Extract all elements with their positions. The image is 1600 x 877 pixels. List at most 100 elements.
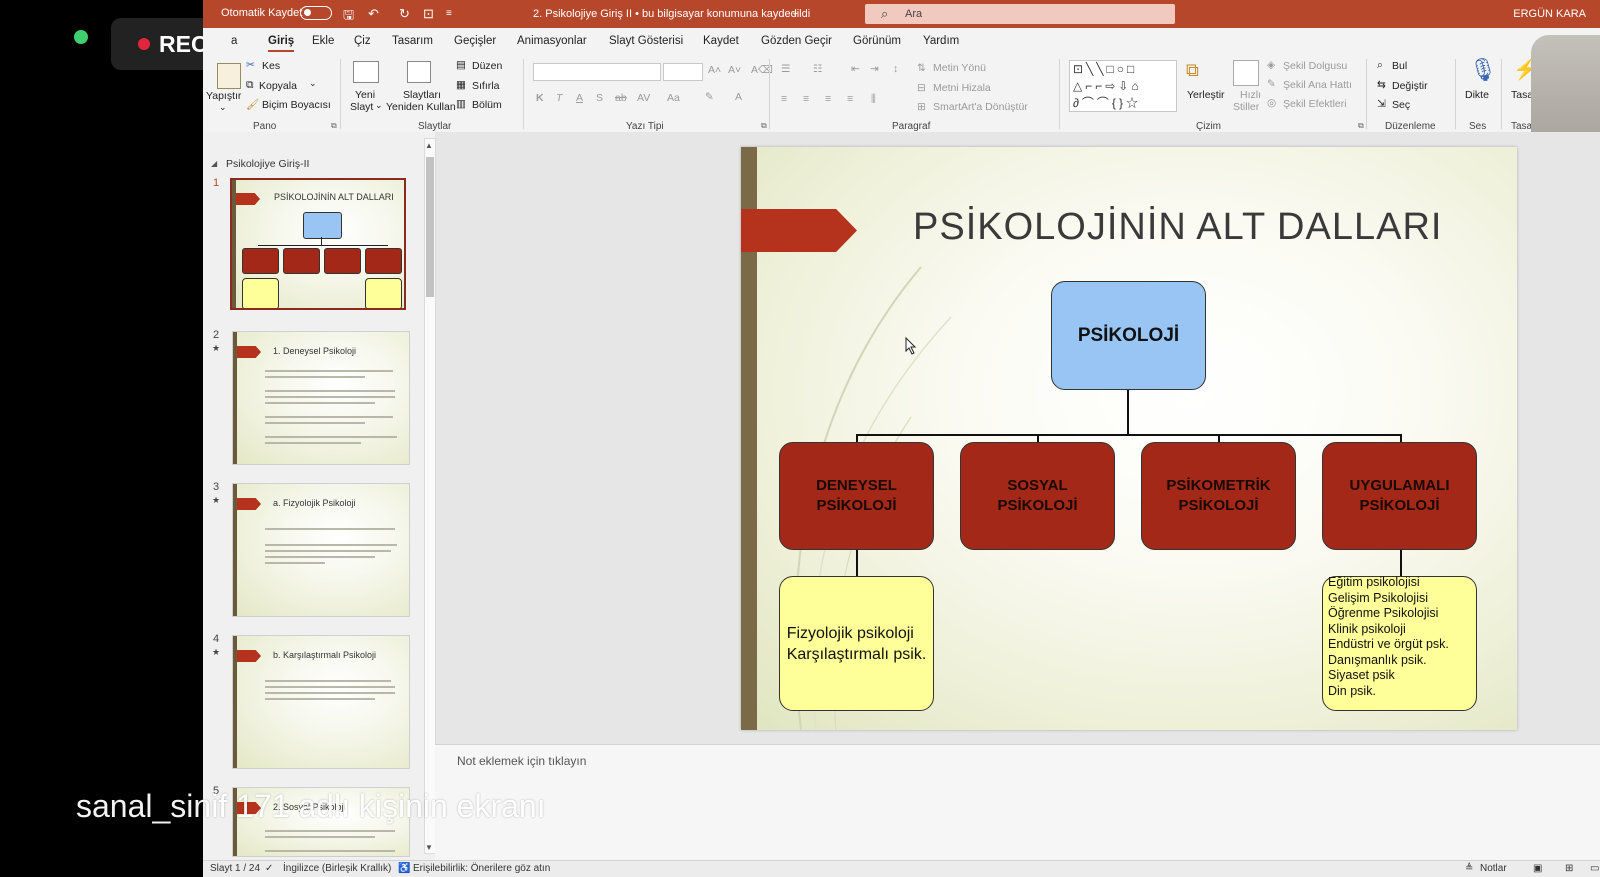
shapes-gallery[interactable]: ⊡╲╲□○□ △⌐⌐⇨⇩⌂ ∂⌒⌒{}☆ [1069,60,1177,112]
slide-thumbnail-4[interactable]: b. Karşılaştırmalı Psikoloji [232,635,410,769]
paste-button[interactable]: Yapıştır [206,90,241,102]
shrink-font-icon[interactable]: A˅ [728,64,741,76]
numbering-icon[interactable]: ☷ [813,63,822,75]
quick-styles-label-1[interactable]: Hızlı [1240,89,1261,101]
tab-draw[interactable]: Çiz [354,35,371,47]
change-case-button[interactable]: Aa [667,92,680,104]
align-left-icon[interactable]: ≡ [781,93,787,105]
reset-button[interactable]: Sıfırla [472,80,499,92]
spellcheck-icon[interactable]: ✓ [265,863,273,874]
line-spacing-icon[interactable]: ↕ [893,63,898,75]
slide-title[interactable]: PSİKOLOJİNİN ALT DALLARI [913,206,1442,249]
tab-view[interactable]: Görünüm [853,35,901,47]
org-note-box-left[interactable]: Fizyolojik psikoloji Karşılaştırmalı psi… [779,576,934,711]
chevron-down-icon[interactable]: ⌄ [219,102,227,113]
bullets-icon[interactable]: ☰ [781,63,790,75]
org-note-box-right[interactable]: Eğitim psikolojisi Gelişim Psikolojisi Ö… [1322,575,1477,711]
dictate-button[interactable]: Dikte [1465,89,1489,101]
convert-smartart-button[interactable]: SmartArt'a Dönüştür [933,101,1028,113]
normal-view-icon[interactable]: ▣ [1533,863,1542,874]
present-icon[interactable]: ⊡ [423,6,434,22]
text-direction-button[interactable]: Metin Yönü [933,62,986,74]
reuse-slides-icon[interactable] [407,61,431,83]
strikethrough-button[interactable]: ab [615,92,627,104]
slide-thumbnail-1[interactable]: PSİKOLOJİNİN ALT DALLARI [230,178,406,310]
org-branch-box-experimental[interactable]: DENEYSEL PSİKOLOJİ [779,442,934,550]
find-button[interactable]: Bul [1392,60,1407,72]
font-color-icon[interactable]: A [735,91,742,103]
format-painter-button[interactable]: Biçim Boyacısı [262,99,331,111]
save-icon[interactable]: 🖫 [343,6,354,28]
autosave-toggle[interactable] [300,6,332,20]
char-spacing-button[interactable]: AV [637,92,650,104]
accessibility-icon[interactable]: ♿ [398,863,410,874]
search-box[interactable]: ⌕ Ara [865,4,1175,24]
slide-counter[interactable]: Slayt 1 / 24 [210,863,260,874]
chevron-down-icon[interactable]: ⌄ [791,7,799,18]
document-title[interactable]: 2. Psikolojiye Giriş II • bu bilgisayar … [533,8,810,20]
scrollbar-thumb[interactable] [426,157,434,297]
tab-home[interactable]: Giriş [268,35,295,52]
font-size-combo[interactable] [663,63,703,81]
reuse-slides-label-2[interactable]: Yeniden Kullan [386,101,456,113]
dialog-launcher-icon[interactable]: ⧉ [1358,121,1364,131]
undo-icon[interactable]: ↶ [368,6,379,22]
org-branch-box-social[interactable]: SOSYAL PSİKOLOJİ [960,442,1115,550]
shadow-button[interactable]: S [596,92,603,104]
slide-thumbnail-3[interactable]: a. Fizyolojik Psikoloji [232,483,410,617]
justify-icon[interactable]: ≡ [847,93,853,105]
slide-thumbnail-2[interactable]: 1. Deneysel Psikoloji [232,331,410,465]
align-right-icon[interactable]: ≡ [825,93,831,105]
org-root-box[interactable]: PSİKOLOJİ [1051,281,1206,390]
user-name[interactable]: ERGÜN KARA [1513,8,1586,20]
shape-effects-button[interactable]: Şekil Efektleri [1283,98,1347,110]
grow-font-icon[interactable]: A˄ [708,64,721,76]
increase-indent-icon[interactable]: ⇥ [870,63,879,75]
reuse-slides-label-1[interactable]: Slaytları [403,89,441,101]
align-center-icon[interactable]: ≡ [803,93,809,105]
dialog-launcher-icon[interactable]: ⧉ [331,121,337,131]
tab-help[interactable]: Yardım [923,35,959,47]
chevron-down-icon[interactable]: ⌄ [309,78,317,89]
microphone-icon[interactable]: 🎙 [1469,57,1497,83]
new-slide-icon[interactable] [353,61,379,83]
select-button[interactable]: Seç [1392,99,1410,111]
notes-pane[interactable]: Not eklemek için tıklayın [435,744,1600,861]
tab-file[interactable]: a [231,35,237,47]
tab-transitions[interactable]: Geçişler [454,35,496,47]
quick-styles-icon[interactable] [1233,60,1259,86]
clipboard-icon[interactable] [217,63,241,89]
italic-button[interactable]: T [556,92,562,104]
replace-button[interactable]: Değiştir [1392,80,1428,92]
tab-animations[interactable]: Animasyonlar [517,35,587,47]
underline-button[interactable]: A [576,92,583,104]
quick-styles-label-2[interactable]: Stiller [1233,101,1259,113]
layout-button[interactable]: Düzen [472,60,502,72]
highlight-icon[interactable]: ✎ [705,91,714,103]
copy-button[interactable]: Kopyala [259,80,297,92]
customize-toolbar-icon[interactable]: ≡ [446,8,452,19]
bold-button[interactable]: K [536,92,544,104]
tab-slideshow[interactable]: Slayt Gösterisi [609,35,683,47]
tab-review[interactable]: Gözden Geçir [761,35,832,47]
section-button[interactable]: Bölüm [472,99,502,111]
scroll-down-icon[interactable]: ▼ [425,843,433,852]
decrease-indent-icon[interactable]: ⇤ [851,63,860,75]
slide-sorter-icon[interactable]: ⊞ [1565,863,1573,874]
arrange-button[interactable]: Yerleştir [1187,89,1225,101]
tab-record[interactable]: Kaydet [703,35,739,47]
notes-button[interactable]: Notlar [1480,863,1507,874]
reading-view-icon[interactable]: ▭ [1590,863,1599,874]
align-text-button[interactable]: Metni Hizala [933,82,991,94]
chevron-down-icon[interactable]: ⌄ [375,100,383,111]
org-branch-box-applied[interactable]: UYGULAMALI PSİKOLOJİ [1322,442,1477,550]
shape-fill-button[interactable]: Şekil Dolgusu [1283,60,1347,72]
language-indicator[interactable]: İngilizce (Birleşik Krallık) [283,863,391,874]
accessibility-status[interactable]: Erişilebilirlik: Önerilere göz atın [413,863,550,874]
cut-button[interactable]: Kes [262,60,280,72]
new-slide-label-2[interactable]: Slayt [350,101,373,113]
collapse-section-icon[interactable]: ◢ [211,159,217,168]
dialog-launcher-icon[interactable]: ⧉ [761,121,767,131]
redo-icon[interactable]: ↻ [399,6,410,22]
section-title[interactable]: Psikolojiye Giriş-II [226,158,309,170]
